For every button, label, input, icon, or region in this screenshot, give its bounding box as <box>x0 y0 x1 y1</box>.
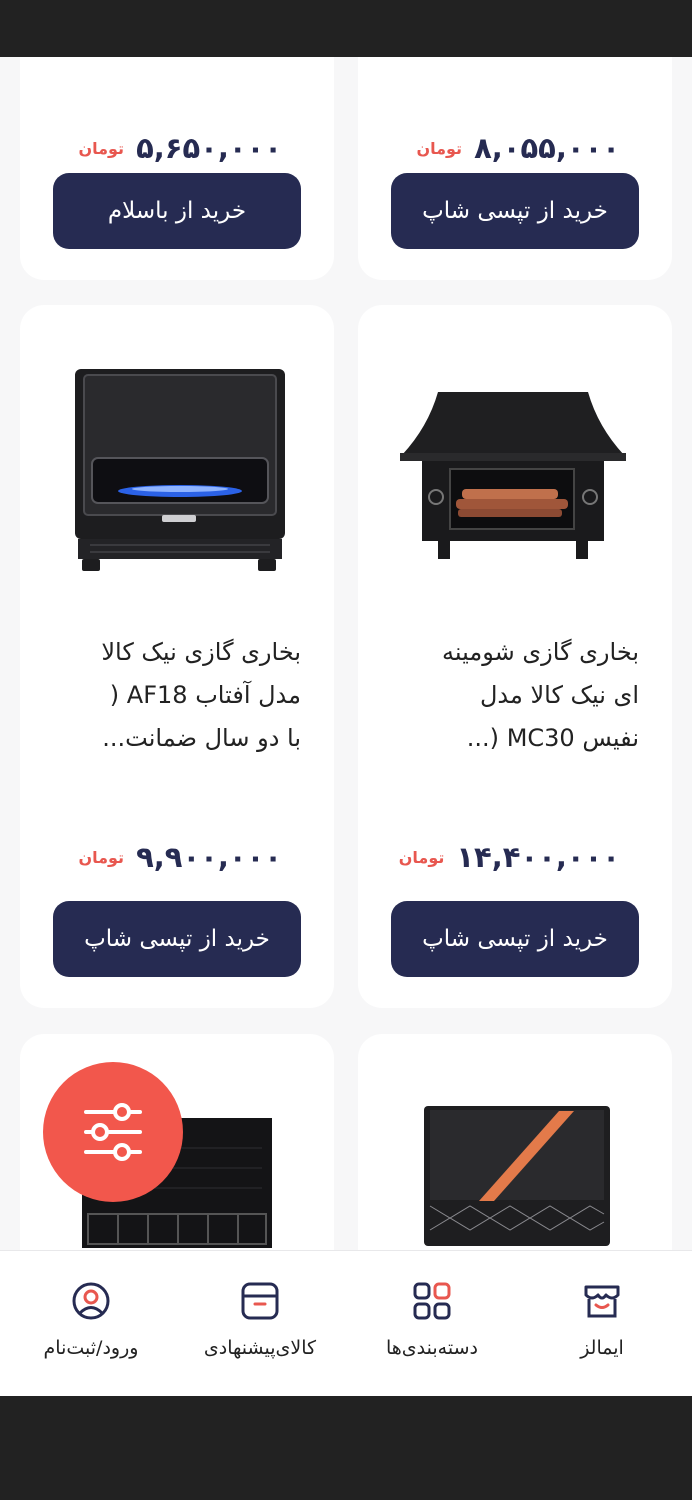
product-price: ۵,۶۵۰,۰۰۰ <box>136 131 282 165</box>
price-row: ۹,۹۰۰,۰۰۰ تومان <box>78 837 282 877</box>
price-row: ۱۴,۴۰۰,۰۰۰ تومان <box>399 837 620 877</box>
currency-label: تومان <box>398 847 445 867</box>
nav-label: ایمالز <box>580 1337 624 1359</box>
product-card[interactable]: بخاری گازی نیک کالا مدل آفتاب AF18 ( با … <box>20 305 334 1008</box>
buy-button[interactable]: خرید از تپسی شاپ <box>53 901 301 977</box>
buy-button[interactable]: خرید از تپسی شاپ <box>391 173 639 249</box>
product-title[interactable]: بخاری گازی شومینه ای نیک کالا مدل نفیس M… <box>389 631 639 760</box>
nav-label: ورود/ثبت‌نام <box>43 1337 139 1359</box>
product-image[interactable] <box>70 363 290 575</box>
buy-button[interactable]: خرید از باسلام <box>53 173 301 249</box>
bottom-nav: ورود/ثبت‌نام کالای‌پیشنهادی دسته‌بندی‌ها <box>0 1250 692 1396</box>
product-price: ۹,۹۰۰,۰۰۰ <box>136 840 282 874</box>
nav-categories[interactable]: دسته‌بندی‌ها <box>360 1251 504 1397</box>
product-price: ۸,۰۵۵,۰۰۰ <box>474 131 620 165</box>
box-icon <box>238 1279 282 1323</box>
currency-label: تومان <box>416 138 463 158</box>
product-image[interactable] <box>398 387 628 562</box>
sliders-icon <box>84 1103 142 1161</box>
system-navigation-bar <box>0 1396 692 1500</box>
nav-suggested[interactable]: کالای‌پیشنهادی <box>182 1251 338 1397</box>
product-card[interactable]: ۵,۶۵۰,۰۰۰ تومان خرید از باسلام <box>20 57 334 280</box>
currency-label: تومان <box>78 847 125 867</box>
product-card[interactable]: بخاری گازی شومینه ای نیک کالا مدل نفیس M… <box>358 305 672 1008</box>
buy-button[interactable]: خرید از تپسی شاپ <box>391 901 639 977</box>
filter-button[interactable] <box>43 1062 183 1202</box>
status-bar <box>0 0 692 57</box>
grid-icon <box>410 1279 454 1323</box>
nav-label: دسته‌بندی‌ها <box>386 1337 478 1359</box>
product-image[interactable] <box>424 1106 610 1246</box>
currency-label: تومان <box>78 138 125 158</box>
price-row: ۸,۰۵۵,۰۰۰ تومان <box>416 128 620 168</box>
nav-login[interactable]: ورود/ثبت‌نام <box>20 1251 162 1397</box>
price-row: ۵,۶۵۰,۰۰۰ تومان <box>78 128 282 168</box>
user-circle-icon <box>69 1279 113 1323</box>
nav-label: کالای‌پیشنهادی <box>203 1337 317 1359</box>
product-title[interactable]: بخاری گازی نیک کالا مدل آفتاب AF18 ( با … <box>51 631 301 760</box>
product-card[interactable]: ۸,۰۵۵,۰۰۰ تومان خرید از تپسی شاپ <box>358 57 672 280</box>
store-icon <box>580 1279 624 1323</box>
product-price: ۱۴,۴۰۰,۰۰۰ <box>456 840 620 874</box>
nav-emalls[interactable]: ایمالز <box>552 1251 652 1397</box>
product-card[interactable] <box>358 1034 672 1250</box>
